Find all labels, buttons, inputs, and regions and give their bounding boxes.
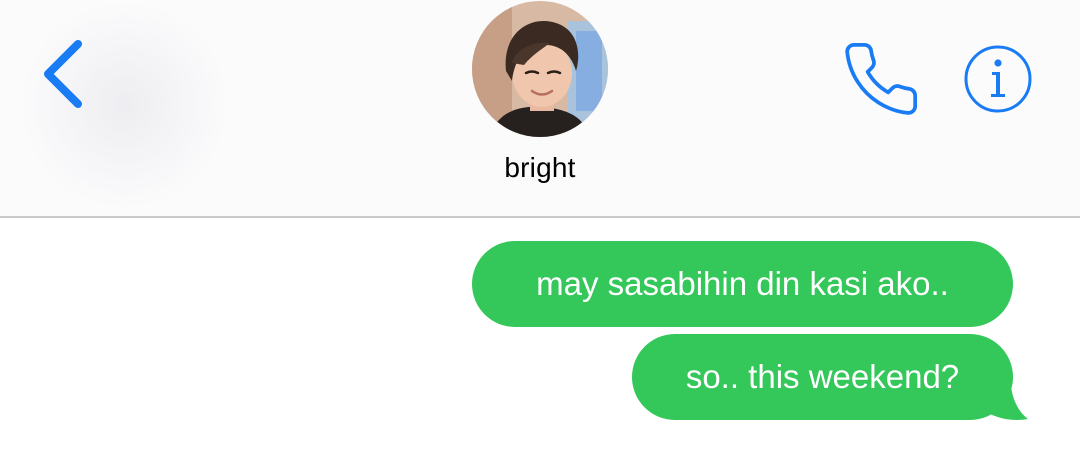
conversation-header: bright: [0, 0, 1080, 218]
message-text: so.. this weekend?: [685, 358, 960, 395]
back-button[interactable]: [34, 34, 98, 114]
contact-name[interactable]: bright: [440, 152, 640, 184]
phone-icon: [845, 42, 918, 115]
avatar-image: [472, 1, 608, 137]
info-icon: [964, 45, 1032, 113]
outgoing-message-bubble[interactable]: so.. this weekend?: [632, 334, 1013, 420]
bubble-tail: [980, 372, 1028, 420]
message-text: may sasabihin din kasi ako..: [536, 265, 949, 302]
call-button[interactable]: [840, 38, 922, 120]
outgoing-message-bubble[interactable]: may sasabihin din kasi ako..: [472, 241, 1013, 327]
chevron-left-icon: [44, 40, 82, 108]
avatar[interactable]: [472, 1, 608, 137]
info-button[interactable]: [962, 43, 1034, 115]
